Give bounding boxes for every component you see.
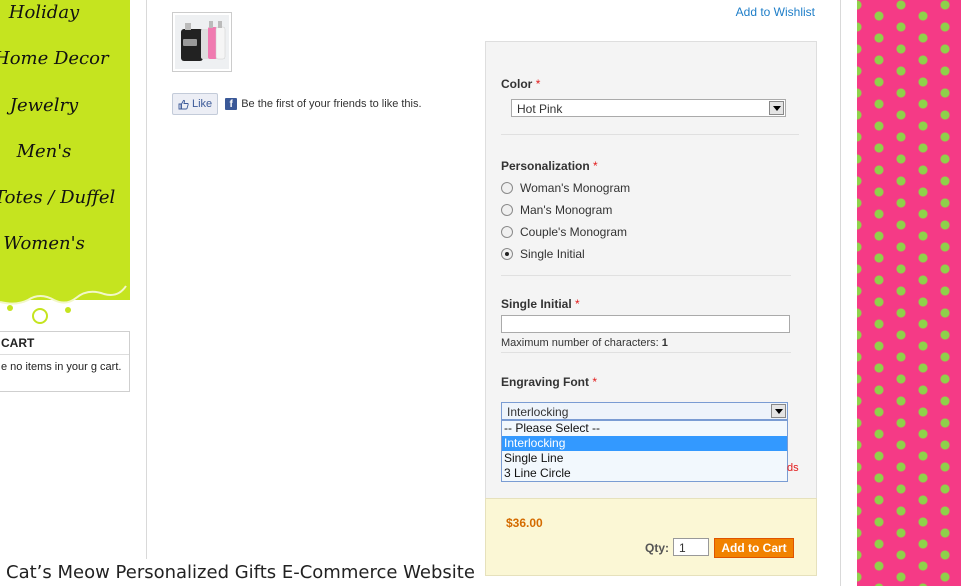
qty-input[interactable]: 1 (673, 538, 709, 556)
dropdown-arrow-icon[interactable] (769, 101, 784, 115)
like-social-text: Be the first of your friends to like thi… (241, 98, 422, 110)
color-select-value: Hot Pink (517, 102, 563, 116)
radio-label: Couple's Monogram (520, 225, 628, 239)
separator (501, 275, 791, 276)
add-to-cart-box: $36.00 Qty: 1 Add to Cart (485, 498, 817, 576)
radio-single-initial[interactable]: Single Initial (501, 247, 585, 261)
required-marker: * (593, 159, 598, 173)
radio-mans-monogram[interactable]: Man's Monogram (501, 203, 612, 217)
separator (501, 352, 791, 353)
screenshot-caption: Cat’s Meow Personalized Gifts E-Commerce… (0, 559, 475, 586)
mini-cart-empty-message: e no items in your g cart. (1, 361, 122, 373)
dropdown-option[interactable]: Single Line (502, 451, 787, 466)
engraving-font-select[interactable]: Interlocking (501, 402, 788, 420)
color-label-text: Color (501, 77, 533, 91)
product-options-panel: Color * Hot Pink Personalization * Woman… (485, 41, 817, 500)
radio-button[interactable] (501, 204, 513, 216)
partially-hidden-required-text: ds (787, 462, 799, 474)
nav-item-jewelry[interactable]: Jewelry (0, 95, 94, 116)
nav-item-home-decor[interactable]: Home Decor (0, 48, 109, 69)
required-marker: * (592, 375, 598, 389)
mini-cart: CART e no items in your g cart. (0, 331, 130, 392)
dropdown-option[interactable]: -- Please Select -- (502, 421, 787, 436)
like-button-label: Like (192, 98, 213, 110)
add-to-cart-button[interactable]: Add to Cart (714, 538, 794, 558)
content-divider-right (840, 0, 841, 586)
content-divider-left (146, 0, 147, 586)
max-characters-hint: Maximum number of characters: 1 (501, 337, 668, 349)
required-marker: * (575, 297, 580, 311)
single-initial-label: Single Initial * (501, 297, 580, 311)
color-select[interactable]: Hot Pink (511, 99, 786, 117)
nav-item-mens[interactable]: Men's (0, 141, 94, 162)
dropdown-option-highlighted[interactable]: Interlocking (502, 436, 787, 451)
polka-dot-background-offset (857, 0, 961, 586)
nav-item-womens[interactable]: Women's (0, 233, 94, 254)
color-label: Color * (501, 77, 540, 91)
single-initial-input[interactable] (501, 315, 790, 333)
radio-button-selected[interactable] (501, 248, 513, 260)
facebook-like-button[interactable]: Like (172, 93, 219, 115)
radio-button[interactable] (501, 182, 513, 194)
dropdown-arrow-icon[interactable] (771, 404, 786, 418)
radio-womans-monogram[interactable]: Woman's Monogram (501, 181, 630, 195)
flask-product-image (175, 15, 229, 69)
left-navigation: Holiday Home Decor Jewelry Men's Totes /… (0, 0, 130, 324)
nav-item-holiday[interactable]: Holiday (0, 2, 94, 23)
mini-cart-title: CART (0, 332, 129, 355)
engraving-font-select-value: Interlocking (507, 405, 569, 419)
engraving-font-label-text: Engraving Font (501, 375, 589, 389)
hint-text: Maximum number of characters: (501, 337, 659, 349)
qty-label: Qty: (645, 541, 669, 555)
single-initial-label-text: Single Initial (501, 297, 572, 311)
personalization-label: Personalization * (501, 159, 598, 173)
nav-item-totes-duffel[interactable]: Totes / Duffel (0, 187, 115, 208)
scalloped-border-decoration (0, 272, 130, 324)
dropdown-option[interactable]: 3 Line Circle (502, 466, 787, 481)
facebook-like-row: Like f Be the first of your friends to l… (172, 93, 422, 115)
facebook-icon: f (225, 98, 238, 110)
thumbs-up-icon (178, 99, 189, 109)
engraving-font-label: Engraving Font * (501, 375, 597, 389)
product-thumbnail[interactable] (172, 12, 232, 72)
personalization-label-text: Personalization (501, 159, 590, 173)
hint-value: 1 (661, 337, 668, 349)
radio-label: Single Initial (520, 247, 585, 261)
radio-label: Man's Monogram (520, 203, 613, 217)
required-marker: * (535, 77, 541, 91)
product-price: $36.00 (506, 516, 543, 530)
engraving-font-dropdown-list[interactable]: -- Please Select -- Interlocking Single … (501, 420, 788, 482)
radio-label: Woman's Monogram (520, 181, 631, 195)
add-to-wishlist-link[interactable]: Add to Wishlist (736, 5, 815, 19)
separator (501, 134, 799, 135)
radio-button[interactable] (501, 226, 513, 238)
radio-couples-monogram[interactable]: Couple's Monogram (501, 225, 627, 239)
